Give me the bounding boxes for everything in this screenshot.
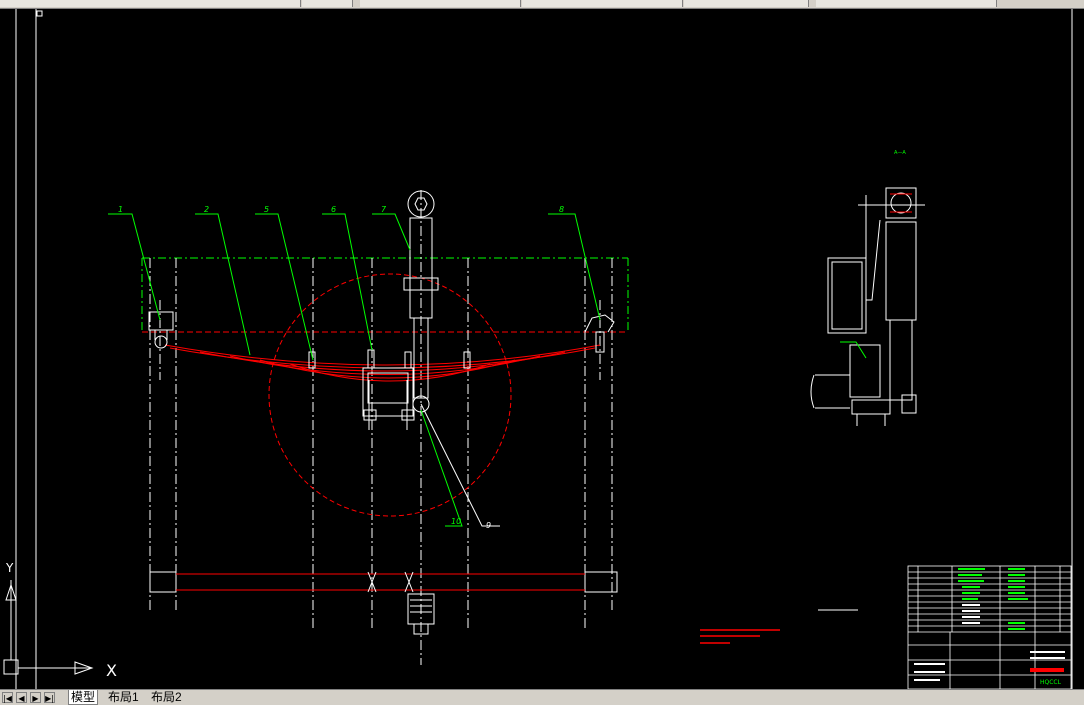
tab-model[interactable]: 模型 [68,690,99,705]
axle-lower-view [149,571,618,635]
drawing-canvas[interactable]: 1 2 5 6 7 8 10 9 A—A HQCCL Y X [0,9,1084,690]
layout-tab-bar: |◀ ◀ ▶ ▶| 模型 布局1 布局2 [0,689,1084,705]
balloon-8: 8 [559,205,564,214]
section-view-a-a [810,187,925,426]
balloon-6: 6 [331,205,336,214]
toolbar-segment[interactable] [302,0,353,7]
toolbar-segment[interactable] [360,0,521,7]
nav-last-icon[interactable]: ▶| [44,692,55,703]
toolbar-strip [0,0,1084,9]
drawing-code: HQCCL [1040,679,1062,686]
title-block-fills [914,568,1065,681]
section-leader [840,341,867,359]
section-label: A—A [894,150,906,156]
balloon-2: 2 [204,205,209,214]
balloon-7: 7 [381,205,387,214]
frame-rail-outline [141,257,629,332]
center-lines [149,190,613,665]
balloon-9: 9 [486,521,491,530]
ucs-x-label: X [106,661,117,680]
nav-next-icon[interactable]: ▶ [30,692,41,703]
axle-travel-circle [268,273,512,517]
toolbar-segment[interactable] [816,0,997,7]
balloon-10: 10 [451,517,461,526]
toolbar-segment[interactable] [684,0,809,7]
toolbar-segment[interactable] [0,0,301,7]
tab-layout2[interactable]: 布局2 [149,690,184,704]
nav-prev-icon[interactable]: ◀ [16,692,27,703]
ucs-y-label: Y [5,561,14,575]
nav-first-icon[interactable]: |◀ [2,692,13,703]
balloon-5: 5 [264,205,269,214]
ucs-icon [3,580,94,675]
tech-notes-graphic [700,629,780,644]
leaf-spring [164,344,601,382]
toolbar-segment[interactable] [522,0,683,7]
balloon-1: 1 [118,205,123,214]
drawing-svg: 1 2 5 6 7 8 10 9 A—A HQCCL Y X [3,9,1073,690]
tab-layout1[interactable]: 布局1 [106,690,141,704]
front-spring-bracket [148,311,174,349]
